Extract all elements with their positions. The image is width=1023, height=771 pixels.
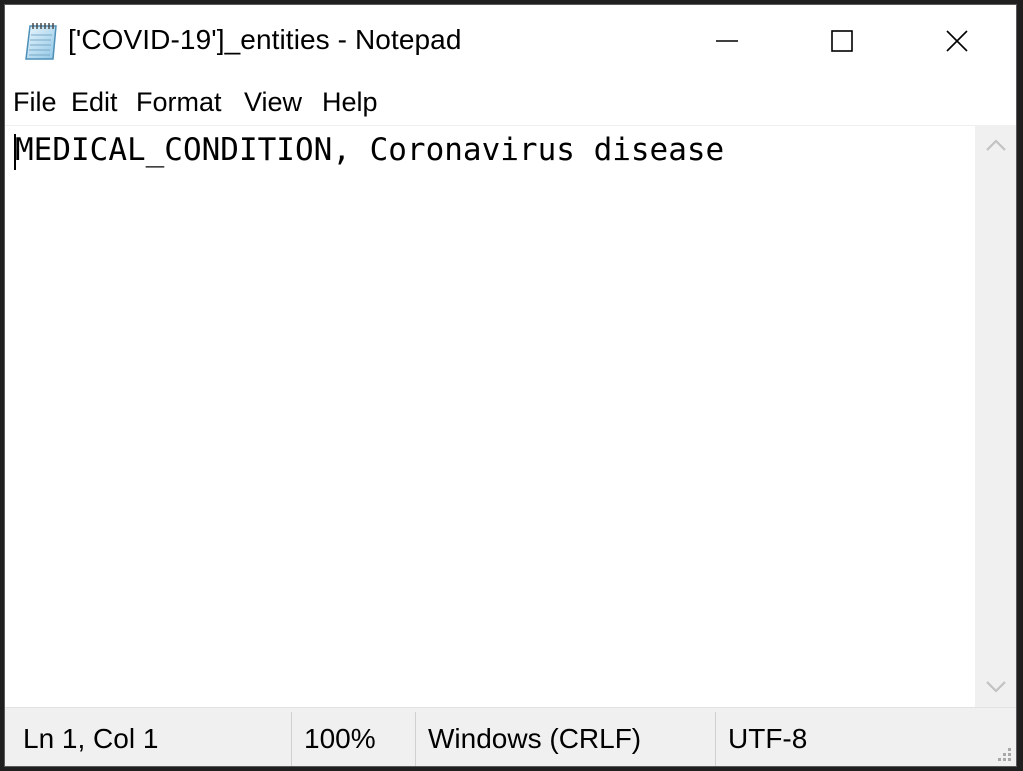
chevron-down-icon	[985, 681, 1006, 693]
status-position: Ln 1, Col 1	[23, 723, 159, 754]
minimize-button[interactable]	[669, 5, 785, 77]
status-bar: Ln 1, Col 1 100% Windows (CRLF) UTF-8	[5, 707, 1016, 766]
text-editor[interactable]: MEDICAL_CONDITION, Coronavirus disease	[5, 125, 975, 707]
menu-bar: File Edit Format View Help	[5, 81, 1016, 125]
status-divider	[415, 712, 416, 766]
resize-grip-icon[interactable]	[994, 746, 1012, 764]
editor-content[interactable]: MEDICAL_CONDITION, Coronavirus disease	[15, 132, 724, 168]
status-line-ending: Windows (CRLF)	[428, 723, 642, 754]
vertical-scrollbar[interactable]	[975, 125, 1016, 707]
scroll-up-button[interactable]	[975, 125, 1016, 165]
scroll-down-button[interactable]	[975, 667, 1016, 707]
title-bar[interactable]: ['COVID-19']_entities - Notepad	[5, 5, 1016, 79]
notepad-window: ['COVID-19']_entities - Notepad File Edi…	[4, 4, 1017, 767]
status-zoom: 100%	[304, 723, 376, 754]
window-title: ['COVID-19']_entities - Notepad	[68, 24, 462, 55]
menu-format[interactable]: Format	[136, 87, 222, 118]
maximize-button[interactable]	[784, 5, 900, 77]
notepad-icon	[25, 23, 57, 60]
status-divider	[291, 712, 292, 766]
menu-help[interactable]: Help	[322, 87, 378, 118]
menu-view[interactable]: View	[244, 87, 302, 118]
status-encoding: UTF-8	[728, 723, 808, 754]
maximize-icon	[831, 30, 853, 52]
close-button[interactable]	[899, 5, 1015, 77]
minimize-icon	[716, 40, 738, 42]
menu-edit[interactable]: Edit	[71, 87, 118, 118]
chevron-up-icon	[985, 139, 1006, 151]
menu-file[interactable]: File	[13, 87, 57, 118]
status-divider	[715, 712, 716, 766]
close-icon	[946, 30, 968, 52]
